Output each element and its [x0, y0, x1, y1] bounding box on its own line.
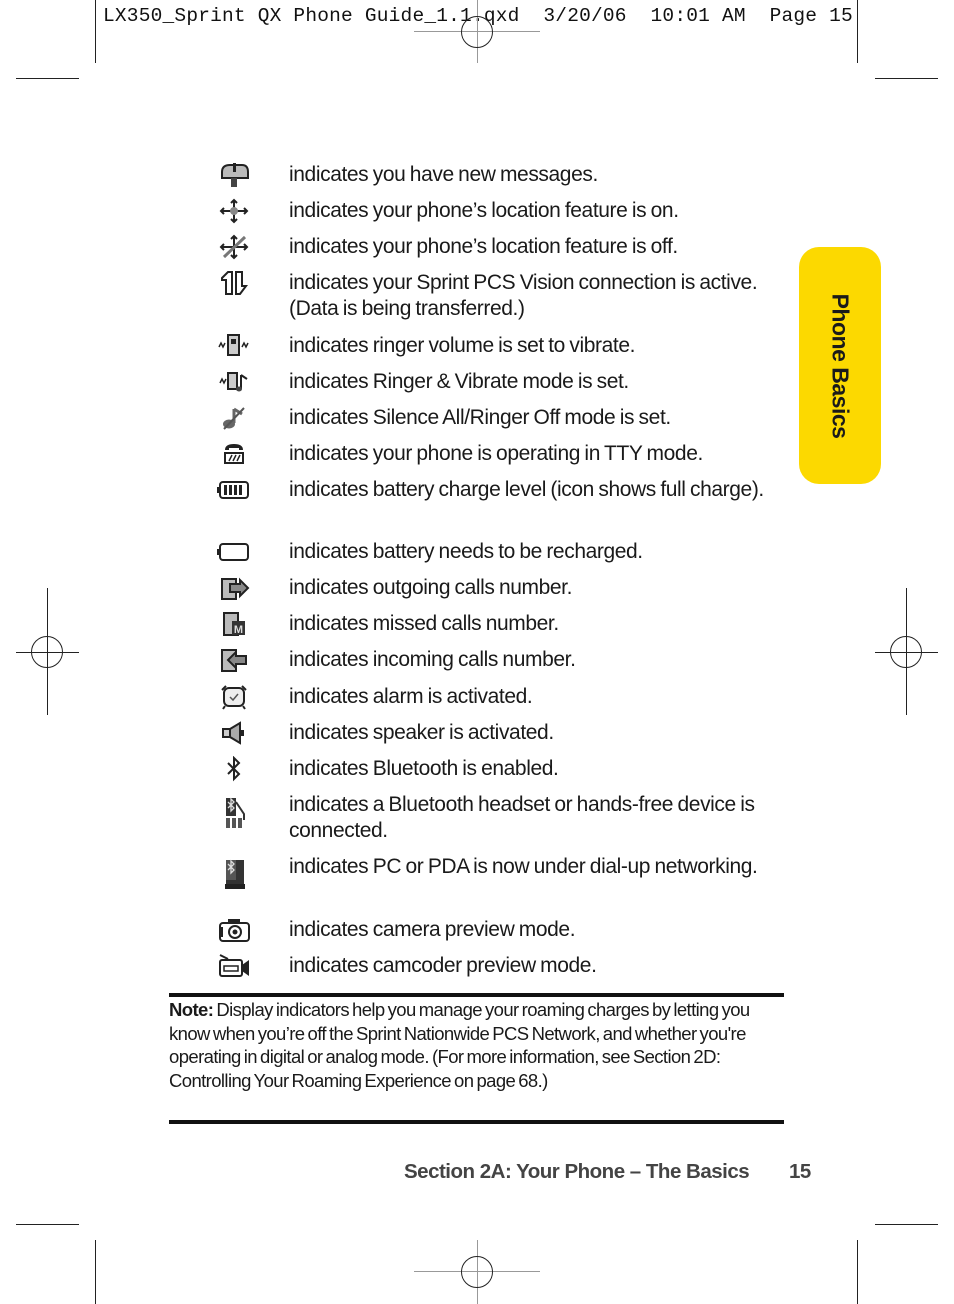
- crop-mark: [875, 78, 938, 79]
- footer-section-title: Section 2A: Your Phone – The Basics: [404, 1160, 750, 1183]
- bluetooth-headset-connected-icon: [214, 796, 254, 828]
- note-box: Note: Display indicators help you manage…: [169, 998, 784, 1092]
- crop-mark: [16, 1224, 79, 1225]
- section-side-tab: Phone Basics: [799, 247, 881, 484]
- registration-mark-circle: [31, 636, 63, 668]
- indicator-description: indicates missed calls number.: [289, 612, 559, 635]
- camcorder-icon: [214, 953, 254, 983]
- bluetooth-dialup-networking-icon: [214, 858, 254, 889]
- note-text: Display indicators help you manage your …: [169, 999, 750, 1091]
- svg-text:M: M: [234, 624, 243, 636]
- outgoing-calls-icon: [214, 575, 254, 605]
- indicator-description: indicates your phone is operating in TTY…: [289, 442, 703, 465]
- registration-mark-circle: [890, 636, 922, 668]
- indicator-description: indicates you have new messages.: [289, 163, 598, 186]
- crop-mark: [875, 1224, 938, 1225]
- alarm-clock-icon: [214, 684, 254, 714]
- location-on-icon: [214, 198, 254, 228]
- crop-mark: [95, 1240, 96, 1304]
- indicator-description: indicates camcoder preview mode.: [289, 954, 597, 977]
- silence-all-icon: [214, 405, 254, 435]
- new-messages-mailbox-icon: [214, 162, 254, 192]
- vibrate-icon: [214, 333, 254, 363]
- tty-icon: [214, 441, 254, 471]
- indicator-description: indicates camera preview mode.: [289, 918, 576, 941]
- crop-mark: [857, 1240, 858, 1304]
- indicator-description: indicates a Bluetooth headset or hands-f…: [289, 793, 755, 842]
- battery-empty-icon: [214, 539, 254, 569]
- indicator-description: indicates incoming calls number.: [289, 648, 576, 671]
- indicator-description: indicates your phone’s location feature …: [289, 199, 679, 222]
- indicator-description: indicates speaker is activated.: [289, 721, 554, 744]
- camera-icon: [214, 917, 254, 947]
- note-top-rule: [169, 993, 784, 997]
- slug-filename: LX350_Sprint QX Phone Guide_1.1.qxd: [103, 5, 520, 27]
- indicator-description: indicates Silence All/Ringer Off mode is…: [289, 406, 671, 429]
- slug-page: Page 15: [769, 5, 853, 27]
- side-tab-label: Phone Basics: [827, 293, 854, 438]
- location-off-icon: [214, 234, 254, 264]
- crop-mark: [95, 0, 96, 63]
- slug-time: 10:01 AM: [650, 5, 746, 27]
- indicator-description: indicates outgoing calls number.: [289, 576, 573, 599]
- indicator-description: indicates your Sprint PCS Vision connect…: [289, 271, 758, 320]
- registration-mark-circle: [461, 16, 493, 48]
- slug-date: 3/20/06: [543, 5, 627, 27]
- crop-mark: [857, 0, 858, 63]
- speaker-icon: [214, 720, 254, 750]
- indicator-description: indicates battery needs to be recharged.: [289, 540, 643, 563]
- indicator-description: indicates battery charge level (icon sho…: [289, 478, 764, 501]
- indicator-description: indicates Bluetooth is enabled.: [289, 757, 559, 780]
- indicator-description: indicates ringer volume is set to vibrat…: [289, 334, 636, 357]
- registration-mark-circle: [461, 1256, 493, 1288]
- indicator-description: indicates your phone’s location feature …: [289, 235, 678, 258]
- crop-mark: [16, 78, 79, 79]
- footer-page-number: 15: [789, 1160, 811, 1183]
- indicator-description: indicates Ringer & Vibrate mode is set.: [289, 370, 629, 393]
- indicator-description: indicates PC or PDA is now under dial-up…: [289, 855, 758, 878]
- indicator-description: indicates alarm is activated.: [289, 685, 533, 708]
- battery-full-icon: [214, 477, 254, 507]
- missed-calls-icon: M: [214, 611, 254, 641]
- note-label: Note:: [169, 999, 214, 1020]
- vision-data-transfer-icon: [214, 270, 254, 300]
- incoming-calls-icon: [214, 647, 254, 677]
- bluetooth-icon: [214, 756, 254, 786]
- ringer-and-vibrate-icon: [214, 369, 254, 399]
- note-bottom-rule: [169, 1120, 784, 1124]
